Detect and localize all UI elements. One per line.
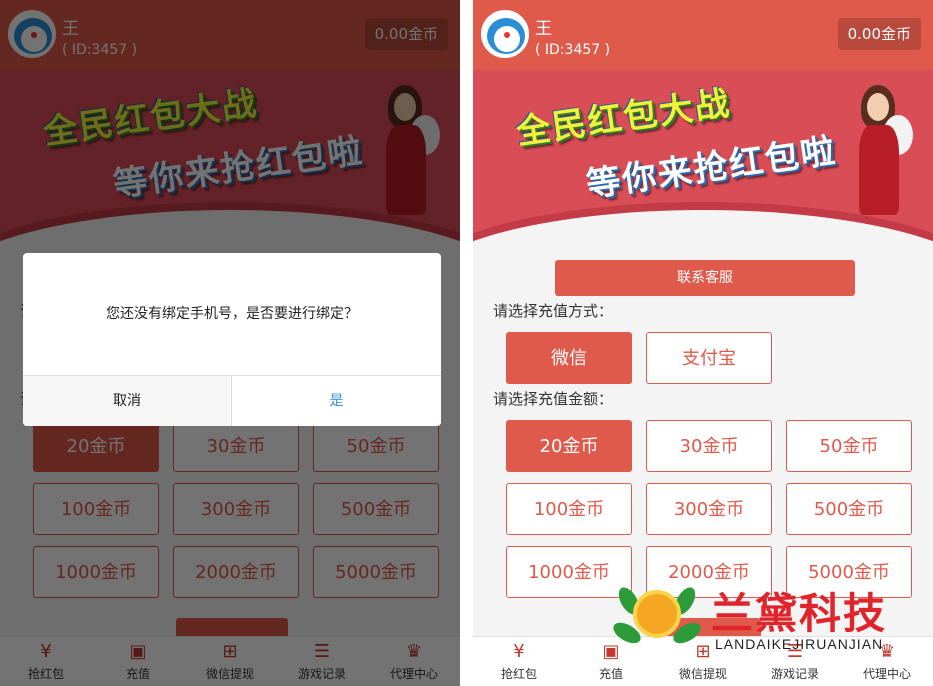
method-label: 请选择充值方式： (493, 302, 614, 320)
watermark-subtitle: LANDAIKEJIRUANJIAN (715, 636, 884, 652)
nav-item-grab[interactable]: ¥ 抢红包 (473, 637, 565, 686)
user-name: 王 (535, 19, 552, 39)
dialog-cancel-button[interactable]: 取消 (23, 376, 232, 426)
amount-option[interactable]: 1000金币 (506, 546, 632, 598)
screen-gap (460, 0, 473, 686)
dialog-message: 您还没有绑定手机号，是否要进行绑定？ (106, 306, 358, 322)
amount-option[interactable]: 50金币 (786, 420, 912, 472)
method-wechat-button[interactable]: 微信 (506, 332, 632, 384)
avatar[interactable] (481, 10, 529, 58)
coin-balance: 0.00金币 (837, 18, 921, 50)
amount-option[interactable]: 100金币 (506, 483, 632, 535)
amount-label: 请选择充值金额： (493, 390, 614, 408)
amount-option[interactable]: 30金币 (646, 420, 772, 472)
contact-service-button[interactable]: 联系客服 (555, 260, 855, 296)
nav-label: 游戏记录 (770, 667, 819, 681)
dialog-confirm-button[interactable]: 是 (232, 376, 441, 426)
amount-option[interactable]: 500金币 (786, 483, 912, 535)
amount-option[interactable]: 20金币 (506, 420, 632, 472)
nav-label: 微信提现 (678, 667, 727, 681)
banner-figure-image (843, 85, 913, 225)
nav-label: 抢红包 (500, 667, 537, 681)
user-id: ( ID:3457 ) (535, 42, 611, 58)
watermark-title: 兰黛科技 (711, 589, 888, 638)
watermark-logo-icon (610, 578, 704, 658)
nav-label: 代理中心 (862, 667, 911, 681)
bind-phone-dialog: 您还没有绑定手机号，是否要进行绑定？ 取消 是 (23, 253, 441, 426)
phone-screen-left: 王 ( ID:3457 ) 0.00金币 全民红包大战 等你来抢红包啦 联系客服… (0, 0, 460, 686)
watermark: 兰黛科技 LANDAIKEJIRUANJIAN (610, 578, 917, 658)
promo-banner: 全民红包大战 等你来抢红包啦 (473, 70, 933, 260)
method-alipay-button[interactable]: 支付宝 (646, 332, 772, 384)
nav-label: 充值 (598, 667, 623, 681)
money-bag-icon: ¥ (513, 641, 525, 662)
amount-option[interactable]: 300金币 (646, 483, 772, 535)
user-header: 王 ( ID:3457 ) 0.00金币 (473, 0, 933, 70)
